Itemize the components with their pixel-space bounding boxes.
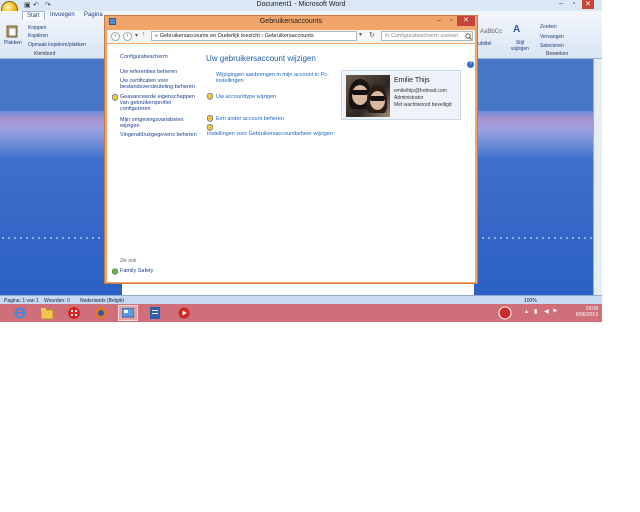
control-panel-window: Gebruikersaccounts – ▫ ✕ ‹ › ▾ ↑ « Gebru… (104, 15, 478, 284)
page-title: Uw gebruikersaccount wijzigen (206, 54, 316, 63)
cp-maximize-button[interactable]: ▫ (445, 16, 457, 26)
find-button[interactable]: Zoeken (540, 24, 557, 30)
paste-icon[interactable] (6, 24, 18, 38)
sidebar-item-profile[interactable]: Geavanceerde eigenschappen van gebruiker… (120, 94, 202, 112)
taskbar: ▴ ▮ ◀ ⚑ 19:08 6/06/2013 (0, 304, 602, 322)
tab-start[interactable]: Start (22, 11, 45, 20)
style-subtitle[interactable]: ubtitel (478, 41, 491, 47)
recent-pages-icon[interactable]: ▾ (135, 32, 138, 39)
app-grid-icon (68, 307, 80, 319)
uac-shield-icon (207, 124, 213, 131)
help-button[interactable]: ? (467, 61, 474, 68)
word-minimize-button[interactable]: – (555, 0, 567, 9)
sidebar-item-family-safety[interactable]: Family Safety (120, 268, 202, 274)
address-bar: ‹ › ▾ ↑ « Gebruikersaccounts en Ouderlij… (107, 30, 475, 43)
user-name: Emilie Thijs (394, 77, 430, 84)
paste-button[interactable]: Plakken (4, 40, 22, 46)
firefox-icon (95, 307, 107, 319)
cp-content: Configuratiescherm Uw referenties behere… (107, 44, 475, 282)
search-input[interactable]: In Configuratiescherm zoeken (381, 31, 473, 41)
tab-invoegen[interactable]: Invoegen (46, 11, 79, 20)
taskbar-explorer[interactable] (37, 305, 57, 321)
control-panel-icon (122, 307, 134, 317)
select-button[interactable]: Selecteren (540, 43, 564, 49)
change-styles-button[interactable]: Stijl wijzigen (510, 40, 530, 52)
tab-pagina[interactable]: Pagina (80, 11, 107, 20)
editing-group-label: Bewerken (546, 51, 569, 57)
word-window-title: Document1 - Microsoft Word (256, 1, 346, 8)
copy-button[interactable]: Kopiëren (28, 33, 48, 39)
back-button[interactable]: ‹ (111, 32, 120, 41)
address-dropdown-icon[interactable]: ▾ (359, 31, 362, 38)
volume-icon[interactable]: ◀ (544, 308, 549, 315)
uac-shield-icon (207, 93, 213, 100)
taskbar-ie[interactable] (10, 305, 30, 321)
word-close-button[interactable]: ✕ (582, 0, 594, 9)
tray-app-icon[interactable] (498, 306, 512, 320)
see-also-label: Zie ook (120, 258, 137, 264)
cp-window-title: Gebruikersaccounts (259, 18, 323, 25)
taskbar-app-red[interactable] (64, 305, 84, 321)
clock-date: 6/06/2013 (575, 312, 598, 318)
taskbar-control-panel[interactable] (118, 305, 138, 321)
sidebar-item-fingerprint[interactable]: Vingerafdrukgegevens beheren (120, 132, 202, 138)
word-statusbar: Pagina: 1 van 1 Woorden: 0 Nederlands (B… (0, 295, 602, 304)
uac-shield-icon (207, 115, 213, 122)
cp-close-button[interactable]: ✕ (457, 16, 475, 26)
taskbar-media[interactable] (174, 305, 194, 321)
replace-button[interactable]: Vervangen (540, 34, 564, 40)
system-tray: ▴ ▮ ◀ ⚑ 19:08 6/06/2013 (492, 304, 602, 322)
cut-button[interactable]: Knippen (28, 25, 46, 31)
link-manage-other-account[interactable]: Een ander account beheren (216, 116, 284, 122)
link-change-account-type[interactable]: Uw accounttype wijzigen (216, 94, 276, 100)
sidebar-home-link[interactable]: Configuratiescherm (120, 54, 202, 60)
user-email: emilethijs@hotmail.com (394, 88, 447, 94)
folder-icon (41, 307, 53, 319)
link-uac-settings[interactable]: Instellingen voor Gebruikersaccountbehee… (207, 131, 333, 137)
screen: ▣ ↶ ↷ Document1 - Microsoft Word – ▫ ✕ S… (0, 0, 602, 322)
format-painter-button[interactable]: Opmaak kopiëren/plakken (28, 42, 86, 48)
vertical-scrollbar[interactable] (593, 59, 602, 295)
taskbar-word[interactable] (145, 305, 165, 321)
word-maximize-button[interactable]: ▫ (568, 0, 580, 9)
user-role: Administrator (394, 95, 424, 101)
taskbar-firefox[interactable] (91, 305, 111, 321)
sidebar-item-certificates[interactable]: Uw certificaten voor bestandsversleuteli… (120, 78, 202, 90)
password-status: Met wachtwoord beveiligd (394, 102, 452, 108)
avatar (346, 75, 390, 117)
up-button[interactable]: ↑ (142, 31, 146, 38)
media-player-icon (178, 307, 190, 319)
flag-icon[interactable]: ⚑ (552, 308, 557, 315)
clock[interactable]: 19:08 6/06/2013 (576, 306, 598, 318)
sidebar-item-environment[interactable]: Mijn omgevingsvariabelen wijzigen (120, 117, 202, 129)
cp-titlebar: Gebruikersaccounts – ▫ ✕ (105, 16, 477, 29)
search-icon[interactable] (465, 33, 472, 40)
forward-button[interactable]: › (123, 32, 132, 41)
breadcrumb[interactable]: « Gebruikersaccounts en Ouderlijk toezic… (151, 31, 357, 41)
user-card: Emilie Thijs emilethijs@hotmail.com Admi… (341, 70, 461, 120)
clipboard-group-label: Klembord (34, 51, 56, 57)
network-icon[interactable]: ▮ (534, 308, 537, 315)
family-safety-icon (112, 268, 118, 275)
sidebar: Configuratiescherm Uw referenties behere… (107, 44, 203, 282)
word-titlebar: ▣ ↶ ↷ Document1 - Microsoft Word – ▫ ✕ (0, 0, 602, 18)
sidebar-item-credentials[interactable]: Uw referenties beheren (120, 69, 202, 75)
uac-shield-icon (112, 94, 118, 101)
link-pc-settings[interactable]: Wijzigingen aanbrengen in mijn account i… (216, 72, 332, 84)
main-panel: Uw gebruikersaccount wijzigen Wijziginge… (203, 44, 475, 282)
change-styles-icon[interactable]: A (513, 25, 520, 35)
internet-explorer-icon (14, 307, 26, 319)
word-icon (150, 307, 160, 319)
refresh-icon[interactable]: ↻ (369, 31, 375, 39)
style-preview[interactable]: AaBbCc (480, 29, 502, 35)
cp-minimize-button[interactable]: – (433, 16, 445, 26)
show-hidden-icons[interactable]: ▴ (525, 308, 528, 315)
